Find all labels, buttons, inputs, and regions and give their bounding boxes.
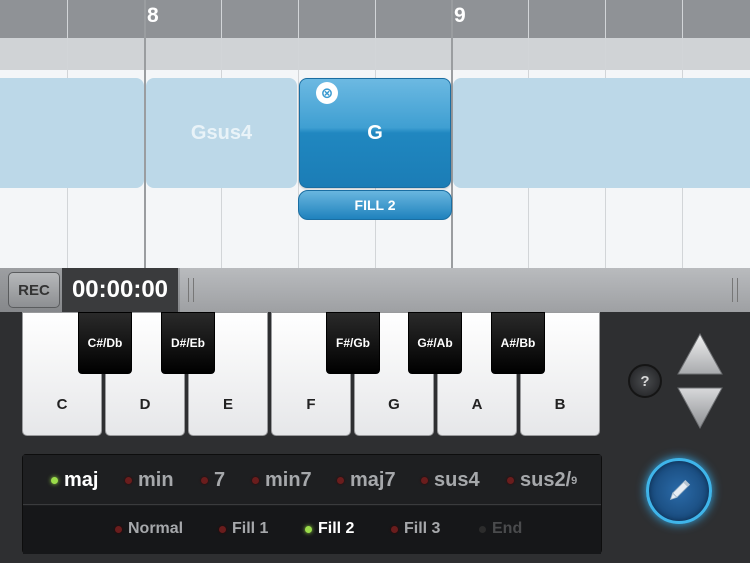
piano-keyboard: C D E F G A B C#/Db D#/Eb F#/Gb G#/Ab A#… (22, 312, 602, 438)
chord-type-row: maj min 7 min7 maj7 sus4 sus2/9 (23, 455, 601, 505)
black-key-c-sharp[interactable]: C#/Db (78, 312, 132, 374)
scrub-track[interactable] (180, 268, 750, 312)
black-key-f-sharp[interactable]: F#/Gb (326, 312, 380, 374)
help-button[interactable]: ? (628, 364, 662, 398)
option-panel: maj min 7 min7 maj7 sus4 sus2/9 Normal F… (22, 454, 602, 554)
chord-type-min7[interactable]: min7 (252, 469, 312, 492)
chord-type-maj7[interactable]: maj7 (337, 469, 396, 492)
black-key-d-sharp[interactable]: D#/Eb (161, 312, 215, 374)
fill-tag[interactable]: FILL 2 (298, 190, 452, 220)
chord-type-min[interactable]: min (125, 469, 174, 492)
transport-bar: REC 00:00:00 (0, 268, 750, 312)
indicator-light (305, 525, 312, 533)
indicator-light (507, 477, 514, 484)
indicator-light (421, 477, 428, 484)
scrub-handle-left[interactable] (188, 278, 194, 302)
time-display: 00:00:00 (71, 276, 169, 303)
arrow-down-icon (677, 387, 723, 430)
arrow-up-button[interactable] (676, 332, 724, 376)
indicator-light (337, 477, 344, 484)
fill-2[interactable]: Fill 2 (305, 520, 354, 538)
indicator-light (115, 525, 122, 533)
fill-normal[interactable]: Normal (115, 520, 183, 538)
pencil-icon (669, 479, 691, 501)
chord-type-sus4[interactable]: sus4 (421, 469, 480, 492)
indicator-light (391, 525, 398, 533)
indicator-light (125, 477, 132, 484)
rec-button[interactable]: REC (8, 272, 60, 308)
chord-type-maj[interactable]: maj (51, 469, 98, 492)
scrub-handle-right[interactable] (732, 278, 738, 302)
chord-type-7[interactable]: 7 (201, 469, 225, 492)
chord-timeline[interactable]: 8 9 Gsus4 G ⊗ FILL 2 (0, 0, 750, 268)
indicator-light (479, 525, 486, 533)
indicator-light (219, 525, 226, 533)
fill-type-row: Normal Fill 1 Fill 2 Fill 3 End (23, 506, 601, 554)
indicator-light (201, 477, 208, 484)
close-icon[interactable]: ⊗ (316, 82, 338, 104)
chord-block[interactable] (0, 78, 144, 188)
arrow-up-icon (677, 332, 723, 375)
bar-number: 9 (454, 4, 466, 27)
chord-block[interactable]: Gsus4 (146, 78, 297, 188)
bar-number: 8 (147, 4, 159, 27)
fill-1[interactable]: Fill 1 (219, 520, 268, 538)
indicator-light (51, 477, 58, 484)
chord-block[interactable] (453, 78, 750, 188)
edit-button[interactable] (646, 458, 712, 524)
chord-type-sus2-9[interactable]: sus2/9 (507, 469, 577, 492)
fill-end: End (479, 520, 522, 538)
arrow-down-button[interactable] (676, 386, 724, 430)
black-key-g-sharp[interactable]: G#/Ab (408, 312, 462, 374)
indicator-light (252, 477, 259, 484)
fill-3[interactable]: Fill 3 (391, 520, 440, 538)
black-key-a-sharp[interactable]: A#/Bb (491, 312, 545, 374)
